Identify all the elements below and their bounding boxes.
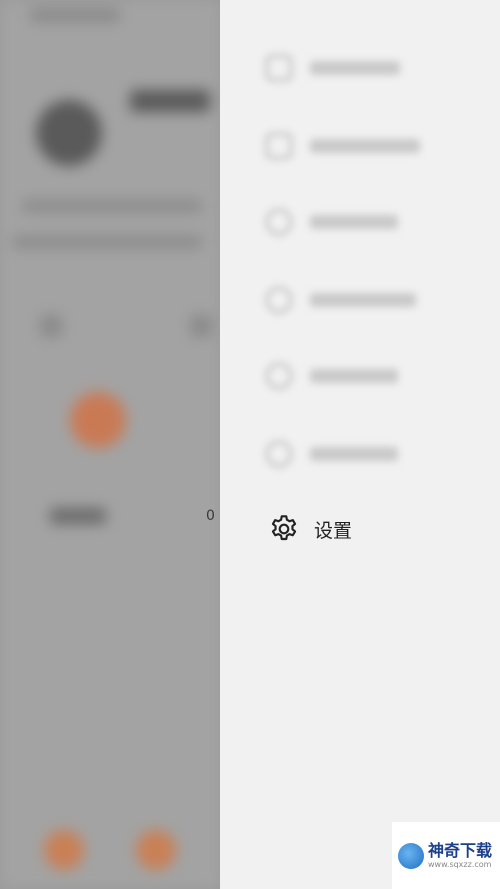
label-placeholder (50, 508, 106, 524)
menu-icon (266, 441, 292, 467)
menu-item-6[interactable] (266, 434, 398, 474)
menu-item-3[interactable] (266, 202, 398, 242)
menu-icon (266, 287, 292, 313)
side-drawer: 设置 (220, 0, 500, 889)
menu-label-placeholder (310, 447, 398, 461)
stat-icon-2 (190, 315, 212, 337)
brand-logo-icon (398, 842, 424, 869)
watermark: 神奇下载 www.sqxzz.com (392, 822, 500, 889)
username-placeholder (130, 90, 210, 112)
menu-item-4[interactable] (266, 280, 416, 320)
bio-line (22, 200, 202, 212)
count-value: 0 (206, 508, 215, 524)
bottom-nav-icon-2 (136, 830, 176, 870)
brand-name: 神奇下载 (428, 840, 493, 860)
menu-item-1[interactable] (266, 48, 400, 88)
menu-icon (266, 55, 292, 81)
settings-label: 设置 (314, 519, 353, 542)
menu-icon (266, 133, 292, 159)
menu-label-placeholder (310, 215, 398, 229)
bio-line-2 (12, 236, 202, 248)
menu-item-5[interactable] (266, 356, 398, 396)
menu-icon (266, 209, 292, 235)
menu-label-placeholder (310, 139, 420, 153)
menu-icon (266, 363, 292, 389)
menu-label-placeholder (310, 293, 416, 307)
menu-label-placeholder (310, 369, 398, 383)
brand-url: www.sqxzz.com (428, 859, 492, 869)
status-bar (30, 8, 120, 22)
avatar (36, 100, 102, 166)
settings-menu-item[interactable]: 设置 (220, 500, 500, 558)
stat-icon (40, 315, 62, 337)
bottom-nav-icon-1 (44, 830, 84, 870)
gear-icon (271, 515, 297, 541)
menu-item-2[interactable] (266, 126, 420, 166)
background-app (0, 0, 220, 889)
menu-label-placeholder (310, 61, 400, 75)
orange-badge (70, 392, 126, 448)
